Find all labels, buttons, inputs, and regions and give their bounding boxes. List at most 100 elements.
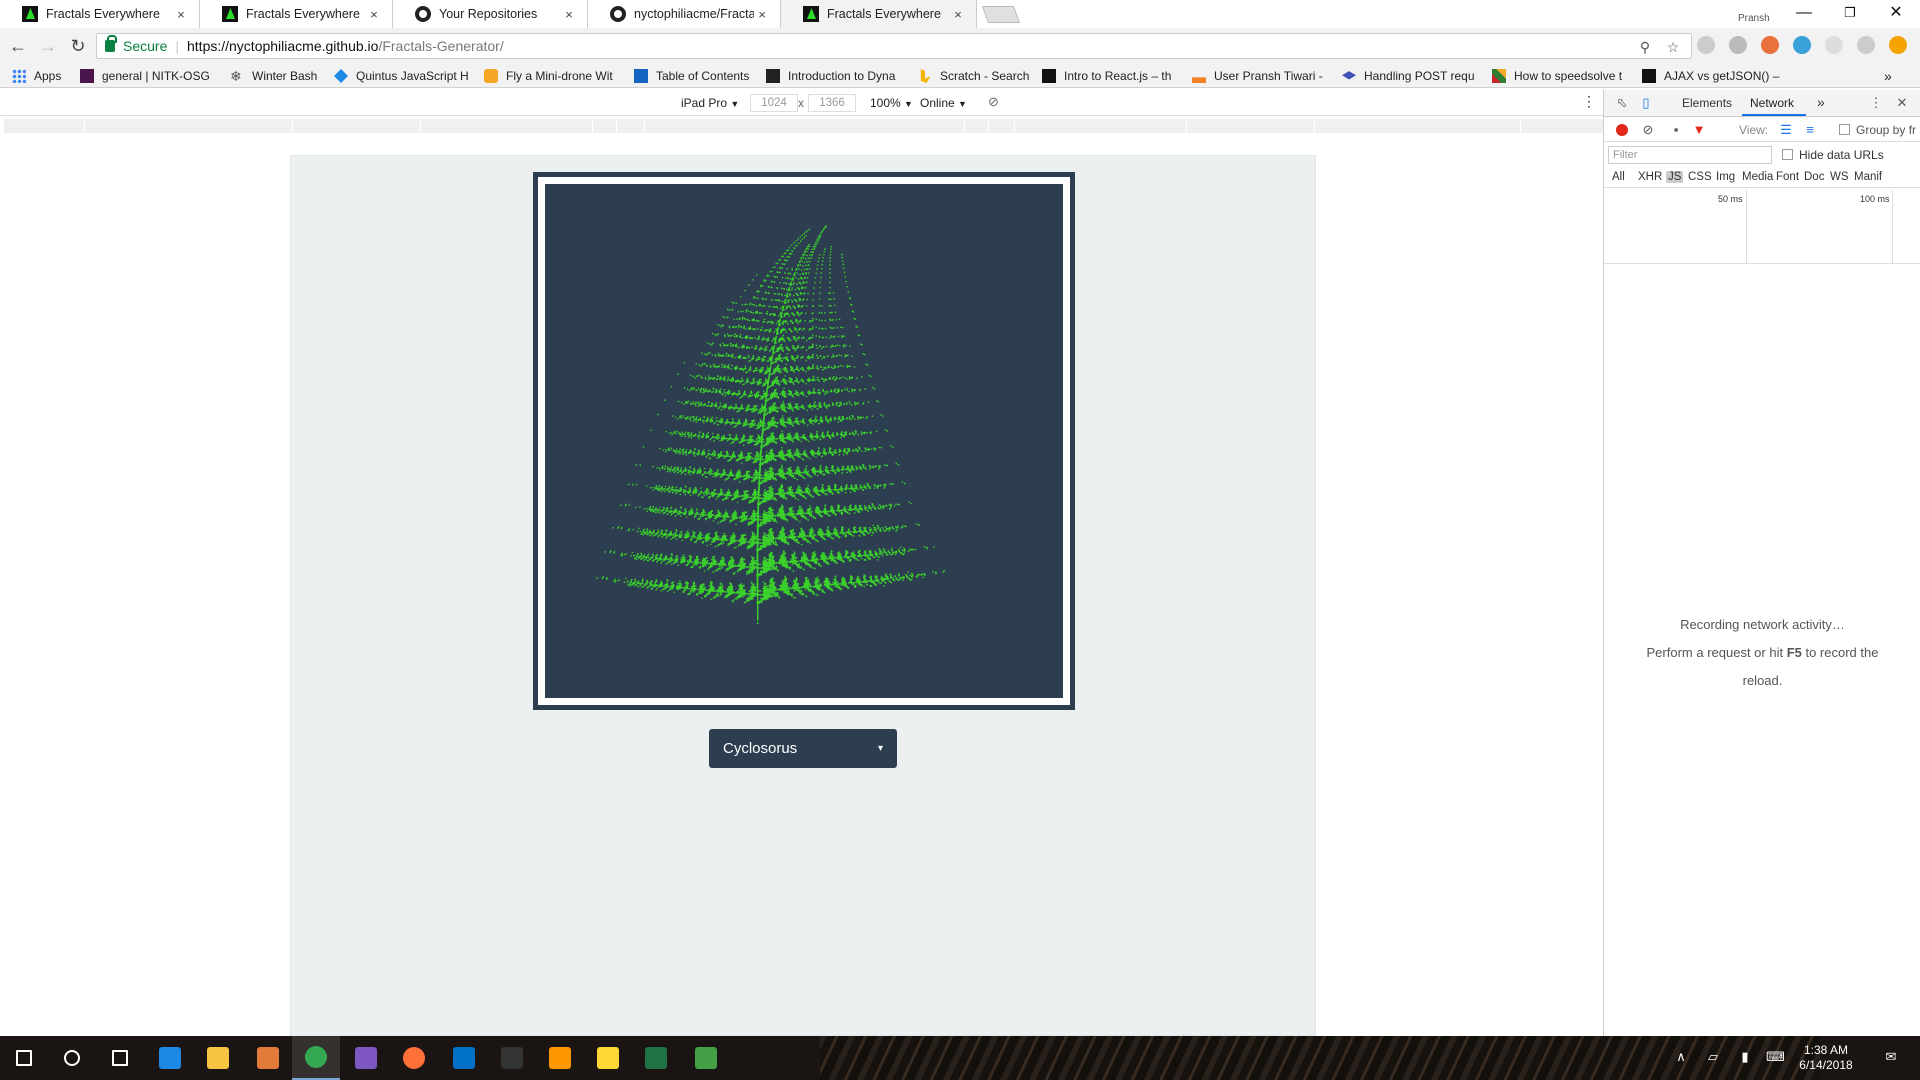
bookmark-item[interactable]: Quintus JavaScript H xyxy=(334,67,470,85)
extension-icon[interactable] xyxy=(1729,36,1747,54)
filter-font[interactable]: Font xyxy=(1774,171,1801,183)
device-select[interactable]: iPad Pro ▼ xyxy=(681,96,739,110)
task-view-icon[interactable] xyxy=(96,1036,144,1080)
filter-input[interactable]: Filter xyxy=(1608,146,1772,164)
large-rows-icon[interactable]: ☰ xyxy=(1778,122,1794,138)
bookmark-star-icon[interactable]: ☆ xyxy=(1663,37,1683,57)
waterfall-icon[interactable]: ≡ xyxy=(1802,122,1818,138)
bookmark-item[interactable]: Introduction to Dyna xyxy=(766,67,902,85)
taskbar-clock[interactable]: 1:38 AM 6/14/2018 xyxy=(1790,1043,1862,1073)
bookmark-item[interactable]: ❄ Winter Bash xyxy=(230,67,328,85)
close-icon[interactable]: × xyxy=(754,7,770,22)
search-icon[interactable]: ⚲ xyxy=(1635,37,1655,57)
bookmark-item[interactable]: User Pransh Tiwari - xyxy=(1192,67,1328,85)
close-icon[interactable]: × xyxy=(561,7,577,22)
filter-manifest[interactable]: Manif xyxy=(1852,171,1884,183)
extension-icon[interactable] xyxy=(1793,36,1811,54)
group-by-frame-checkbox[interactable]: Group by fr xyxy=(1839,123,1916,137)
browser-tab-4[interactable]: nyctophiliacme/Fractals- × xyxy=(588,0,781,28)
rotate-icon[interactable]: ⊘ xyxy=(988,94,999,110)
start-icon[interactable] xyxy=(0,1036,48,1080)
bookmark-apps[interactable]: Apps xyxy=(12,67,74,85)
address-bar[interactable]: Secure | https://nyctophiliacme.github.i… xyxy=(96,33,1692,59)
network-overview-timeline[interactable]: 50 ms 100 ms xyxy=(1604,190,1920,264)
bookmark-item[interactable]: Handling POST requ xyxy=(1342,67,1482,85)
battery-tray-icon[interactable]: ▮ xyxy=(1736,1048,1754,1066)
media-query-bar[interactable] xyxy=(4,119,1603,133)
fractal-type-select[interactable]: Cyclosorus ▾ xyxy=(709,729,897,768)
media-icon[interactable] xyxy=(682,1036,730,1080)
clear-icon[interactable]: ⊘ xyxy=(1640,122,1656,138)
bookmark-item[interactable]: Scratch - Search xyxy=(918,67,1036,85)
filter-css[interactable]: CSS xyxy=(1686,171,1714,183)
more-tabs-icon[interactable]: » xyxy=(1817,94,1825,110)
bookmarks-overflow-icon[interactable]: » xyxy=(1884,67,1900,85)
filter-ws[interactable]: WS xyxy=(1828,171,1851,183)
devtools-menu-icon[interactable]: ⋮ xyxy=(1868,95,1884,111)
bookmark-item[interactable]: AJAX vs getJSON() – xyxy=(1642,67,1782,85)
filter-xhr[interactable]: XHR xyxy=(1636,171,1664,183)
bookmark-item[interactable]: Fly a Mini-drone Wit xyxy=(484,67,620,85)
filter-media[interactable]: Media xyxy=(1740,171,1775,183)
capture-screenshots-icon[interactable]: ▪ xyxy=(1668,122,1684,138)
close-icon[interactable]: × xyxy=(173,7,189,22)
tray-expand-icon[interactable]: ∧ xyxy=(1672,1048,1690,1066)
firefox-icon[interactable] xyxy=(390,1036,438,1080)
filter-all[interactable]: All xyxy=(1610,171,1627,183)
close-icon[interactable]: × xyxy=(366,7,382,22)
checkbox[interactable] xyxy=(1782,149,1793,160)
more-options-icon[interactable]: ⋮ xyxy=(1582,93,1596,110)
hide-data-urls-checkbox[interactable]: Hide data URLs xyxy=(1782,148,1884,162)
devtools-close-icon[interactable]: ✕ xyxy=(1894,95,1910,111)
filter-doc[interactable]: Doc xyxy=(1802,171,1826,183)
bookmark-item[interactable]: general | NITK-OSG xyxy=(80,67,215,85)
forward-arrow-icon[interactable]: → xyxy=(36,34,60,58)
reload-icon[interactable]: ↻ xyxy=(66,34,90,58)
tab-elements[interactable]: Elements xyxy=(1682,96,1732,110)
extension-icon[interactable] xyxy=(1857,36,1875,54)
network-tray-icon[interactable]: ▱ xyxy=(1704,1048,1722,1066)
notifications-icon[interactable]: ✉ xyxy=(1882,1048,1900,1066)
search-icon[interactable] xyxy=(48,1036,96,1080)
bookmark-item[interactable]: Table of Contents xyxy=(634,67,758,85)
chrome-icon[interactable] xyxy=(292,1036,340,1080)
throttle-select[interactable]: Online ▼ xyxy=(920,96,967,110)
browser-tab-2[interactable]: Fractals Everywhere × xyxy=(200,0,393,28)
keyboard-tray-icon[interactable]: ⌨ xyxy=(1766,1048,1785,1066)
bulb-icon[interactable] xyxy=(584,1036,632,1080)
sublime-text-icon[interactable] xyxy=(536,1036,584,1080)
browser-tab-1[interactable]: Fractals Everywhere × xyxy=(0,0,200,28)
device-toggle-icon[interactable]: ▯ xyxy=(1638,95,1654,111)
zoom-select[interactable]: 100% ▼ xyxy=(870,96,913,110)
extension-icon[interactable] xyxy=(1889,36,1907,54)
extension-icon[interactable] xyxy=(1761,36,1779,54)
extension-icon[interactable] xyxy=(1825,36,1843,54)
back-arrow-icon[interactable]: ← xyxy=(6,34,30,58)
file-explorer-icon[interactable] xyxy=(194,1036,242,1080)
restore-icon[interactable]: ❐ xyxy=(1826,0,1874,28)
device-height-input[interactable]: 1366 xyxy=(808,94,856,112)
filter-img[interactable]: Img xyxy=(1714,171,1737,183)
profile-name[interactable]: Pransh xyxy=(1738,13,1770,24)
terminal-icon[interactable] xyxy=(488,1036,536,1080)
inspect-element-icon[interactable]: ⬁ xyxy=(1614,95,1630,111)
browser-tab-3[interactable]: Your Repositories × xyxy=(393,0,588,28)
bookmark-item[interactable]: How to speedsolve t xyxy=(1492,67,1630,85)
outlook-icon[interactable] xyxy=(440,1036,488,1080)
fractal-canvas[interactable] xyxy=(545,184,1063,698)
excel-icon[interactable] xyxy=(632,1036,680,1080)
filter-icon[interactable]: ▼ xyxy=(1691,122,1707,138)
app-icon[interactable] xyxy=(342,1036,390,1080)
window-close-icon[interactable]: ✕ xyxy=(1872,0,1920,28)
tab-network[interactable]: Network xyxy=(1750,96,1794,110)
filter-js[interactable]: JS xyxy=(1666,171,1684,183)
bookmark-item[interactable]: Intro to React.js – th xyxy=(1042,67,1182,85)
sublime-merge-icon[interactable] xyxy=(244,1036,292,1080)
browser-tab-5-active[interactable]: Fractals Everywhere × xyxy=(781,0,977,28)
extension-icon[interactable] xyxy=(1697,36,1715,54)
new-tab-button[interactable] xyxy=(981,6,1021,23)
device-width-input[interactable]: 1024 xyxy=(750,94,798,112)
minimize-icon[interactable]: — xyxy=(1780,0,1828,28)
close-icon[interactable]: × xyxy=(950,7,966,22)
edge-icon[interactable] xyxy=(146,1036,194,1080)
